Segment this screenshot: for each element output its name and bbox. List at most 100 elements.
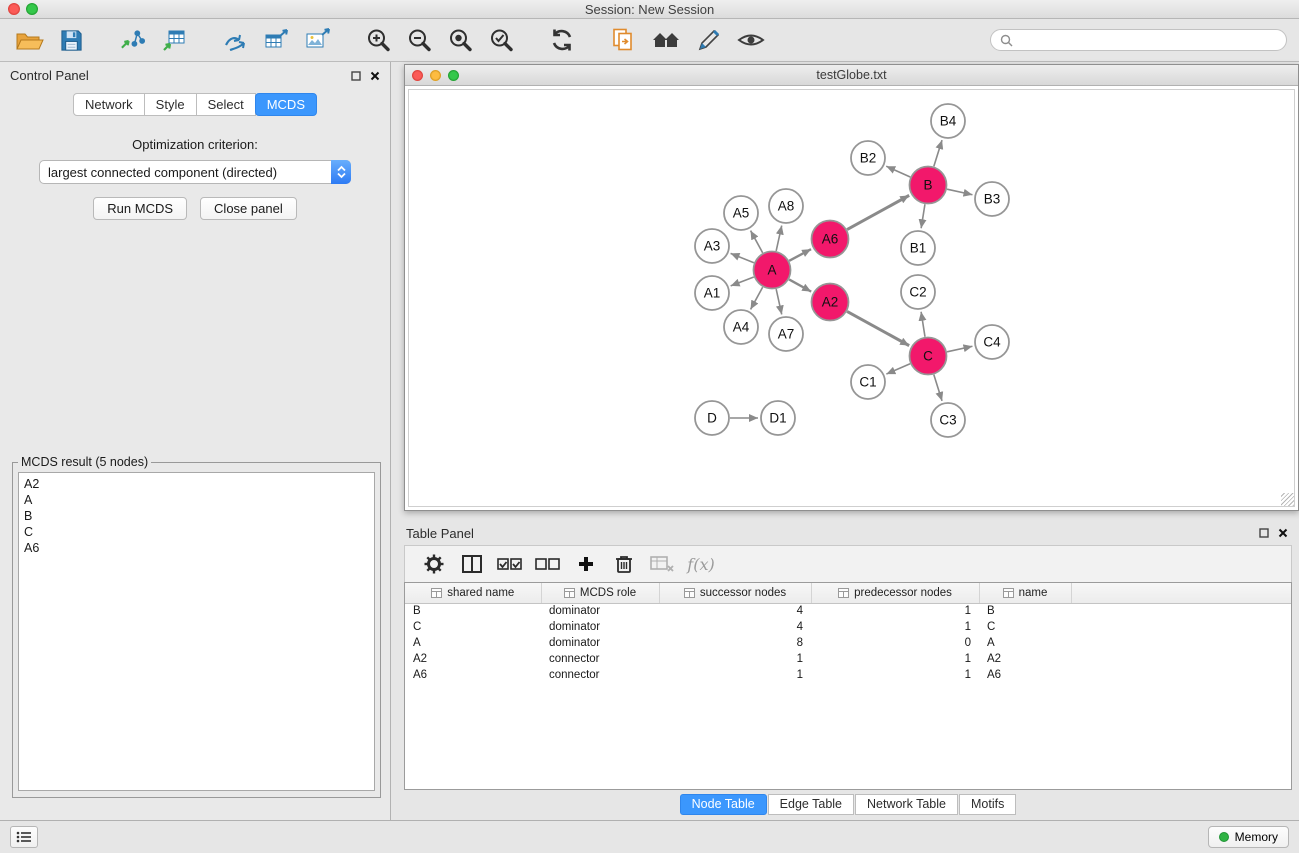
table-cell[interactable]: A2 <box>979 651 1071 667</box>
save-session-button[interactable] <box>57 26 86 55</box>
graph-node-C3[interactable]: C3 <box>931 403 965 437</box>
graph-node-A2[interactable]: A2 <box>812 284 849 321</box>
table-cell[interactable]: 1 <box>811 651 979 667</box>
table-row[interactable]: Cdominator41C <box>405 619 1291 635</box>
export-image-button[interactable] <box>302 25 332 55</box>
graph-edge-A-A5[interactable] <box>751 231 763 253</box>
network-graph[interactable]: AA1A2A3A4A5A6A7A8BB1B2B3B4CC1C2C3C4DD1 <box>409 90 1294 506</box>
graph-node-B1[interactable]: B1 <box>901 231 935 265</box>
import-network-button[interactable] <box>117 25 148 55</box>
copy-network-button[interactable] <box>608 25 638 55</box>
graph-node-C1[interactable]: C1 <box>851 365 885 399</box>
mcds-result-item[interactable]: A2 <box>24 476 369 492</box>
tab-network[interactable]: Network <box>73 93 145 116</box>
table-row[interactable]: A6connector11A6 <box>405 667 1291 683</box>
graph-node-C[interactable]: C <box>910 338 947 375</box>
graph-edge-C-C1[interactable] <box>886 364 910 374</box>
table-cell[interactable]: A <box>405 635 541 651</box>
graph-edge-A-A2[interactable] <box>789 279 811 291</box>
show-graphics-button[interactable] <box>735 27 767 53</box>
refresh-button[interactable] <box>547 25 577 55</box>
search-box[interactable] <box>990 29 1287 51</box>
graph-node-B3[interactable]: B3 <box>975 182 1009 216</box>
table-cell[interactable]: dominator <box>541 619 659 635</box>
zoom-window-button[interactable] <box>26 3 38 15</box>
table-cell[interactable]: A6 <box>405 667 541 683</box>
table-cell[interactable]: 4 <box>659 603 811 619</box>
graph-edge-A2-C[interactable] <box>847 311 909 345</box>
float-table-panel-button[interactable] <box>1259 528 1269 538</box>
mcds-result-item[interactable]: A6 <box>24 540 369 556</box>
tab-style[interactable]: Style <box>144 93 197 116</box>
show-columns-button[interactable] <box>453 554 491 574</box>
graph-node-A6[interactable]: A6 <box>812 221 849 258</box>
tab-mcds[interactable]: MCDS <box>255 93 317 116</box>
column-header-name[interactable]: name <box>979 583 1071 603</box>
close-panel-action-button[interactable]: Close panel <box>200 197 297 220</box>
task-history-button[interactable] <box>10 826 38 848</box>
graph-edge-A-A4[interactable] <box>751 287 763 309</box>
graph-edge-A-A3[interactable] <box>731 253 754 262</box>
graph-node-A[interactable]: A <box>754 252 791 289</box>
delete-column-button[interactable] <box>605 554 643 574</box>
zoom-in-button[interactable] <box>363 25 393 55</box>
graph-edge-B-B3[interactable] <box>947 189 972 195</box>
graph-edge-C-C2[interactable] <box>921 312 925 337</box>
tab-network-table[interactable]: Network Table <box>855 794 958 815</box>
table-cell[interactable]: 0 <box>811 635 979 651</box>
run-mcds-button[interactable]: Run MCDS <box>93 197 187 220</box>
new-network-button[interactable] <box>220 25 250 55</box>
mcds-result-item[interactable]: C <box>24 524 369 540</box>
graph-edge-A-A6[interactable] <box>789 249 811 261</box>
table-cell[interactable]: 1 <box>811 667 979 683</box>
table-cell[interactable]: A2 <box>405 651 541 667</box>
graph-node-D[interactable]: D <box>695 401 729 435</box>
network-zoom-button[interactable] <box>448 70 459 81</box>
table-cell[interactable]: connector <box>541 667 659 683</box>
close-window-button[interactable] <box>8 3 20 15</box>
graph-node-A5[interactable]: A5 <box>724 196 758 230</box>
zoom-selected-button[interactable] <box>486 25 516 55</box>
table-cell[interactable]: 1 <box>811 619 979 635</box>
table-cell[interactable]: A <box>979 635 1071 651</box>
table-cell[interactable]: dominator <box>541 635 659 651</box>
function-builder-button[interactable]: f(x) <box>681 555 719 574</box>
style-button[interactable] <box>694 25 724 55</box>
add-column-button[interactable] <box>567 555 605 573</box>
import-table-button[interactable] <box>159 25 189 55</box>
network-close-button[interactable] <box>412 70 423 81</box>
graph-node-B[interactable]: B <box>910 167 947 204</box>
graph-node-D1[interactable]: D1 <box>761 401 795 435</box>
table-cell[interactable]: connector <box>541 651 659 667</box>
graph-node-C4[interactable]: C4 <box>975 325 1009 359</box>
graph-node-C2[interactable]: C2 <box>901 275 935 309</box>
close-panel-button[interactable] <box>370 71 380 81</box>
column-header-successor-nodes[interactable]: successor nodes <box>659 583 811 603</box>
graph-node-B2[interactable]: B2 <box>851 141 885 175</box>
delete-table-button[interactable] <box>643 555 681 573</box>
network-minimize-button[interactable] <box>430 70 441 81</box>
optimization-criterion-select[interactable]: largest connected component (directed) <box>39 160 351 184</box>
table-cell[interactable]: B <box>405 603 541 619</box>
tab-select[interactable]: Select <box>196 93 256 116</box>
graph-edge-A-A8[interactable] <box>776 226 782 251</box>
select-all-columns-button[interactable] <box>491 556 529 572</box>
table-cell[interactable]: 1 <box>659 667 811 683</box>
float-panel-button[interactable] <box>351 71 361 81</box>
export-table-button[interactable] <box>261 25 291 55</box>
table-cell[interactable]: C <box>405 619 541 635</box>
zoom-fit-button[interactable] <box>445 25 475 55</box>
graph-edge-A6-B[interactable] <box>847 195 909 229</box>
table-cell[interactable]: dominator <box>541 603 659 619</box>
network-canvas[interactable]: AA1A2A3A4A5A6A7A8BB1B2B3B4CC1C2C3C4DD1 <box>408 89 1295 507</box>
table-cell[interactable]: 1 <box>811 603 979 619</box>
mcds-result-item[interactable]: B <box>24 508 369 524</box>
open-session-button[interactable] <box>12 26 46 54</box>
graph-edge-A-A1[interactable] <box>731 277 754 286</box>
table-cell[interactable]: A6 <box>979 667 1071 683</box>
graph-edge-C-C4[interactable] <box>947 346 972 352</box>
tab-edge-table[interactable]: Edge Table <box>768 794 854 815</box>
table-cell[interactable]: 8 <box>659 635 811 651</box>
graph-node-A8[interactable]: A8 <box>769 189 803 223</box>
graph-edge-B-B2[interactable] <box>886 166 910 177</box>
